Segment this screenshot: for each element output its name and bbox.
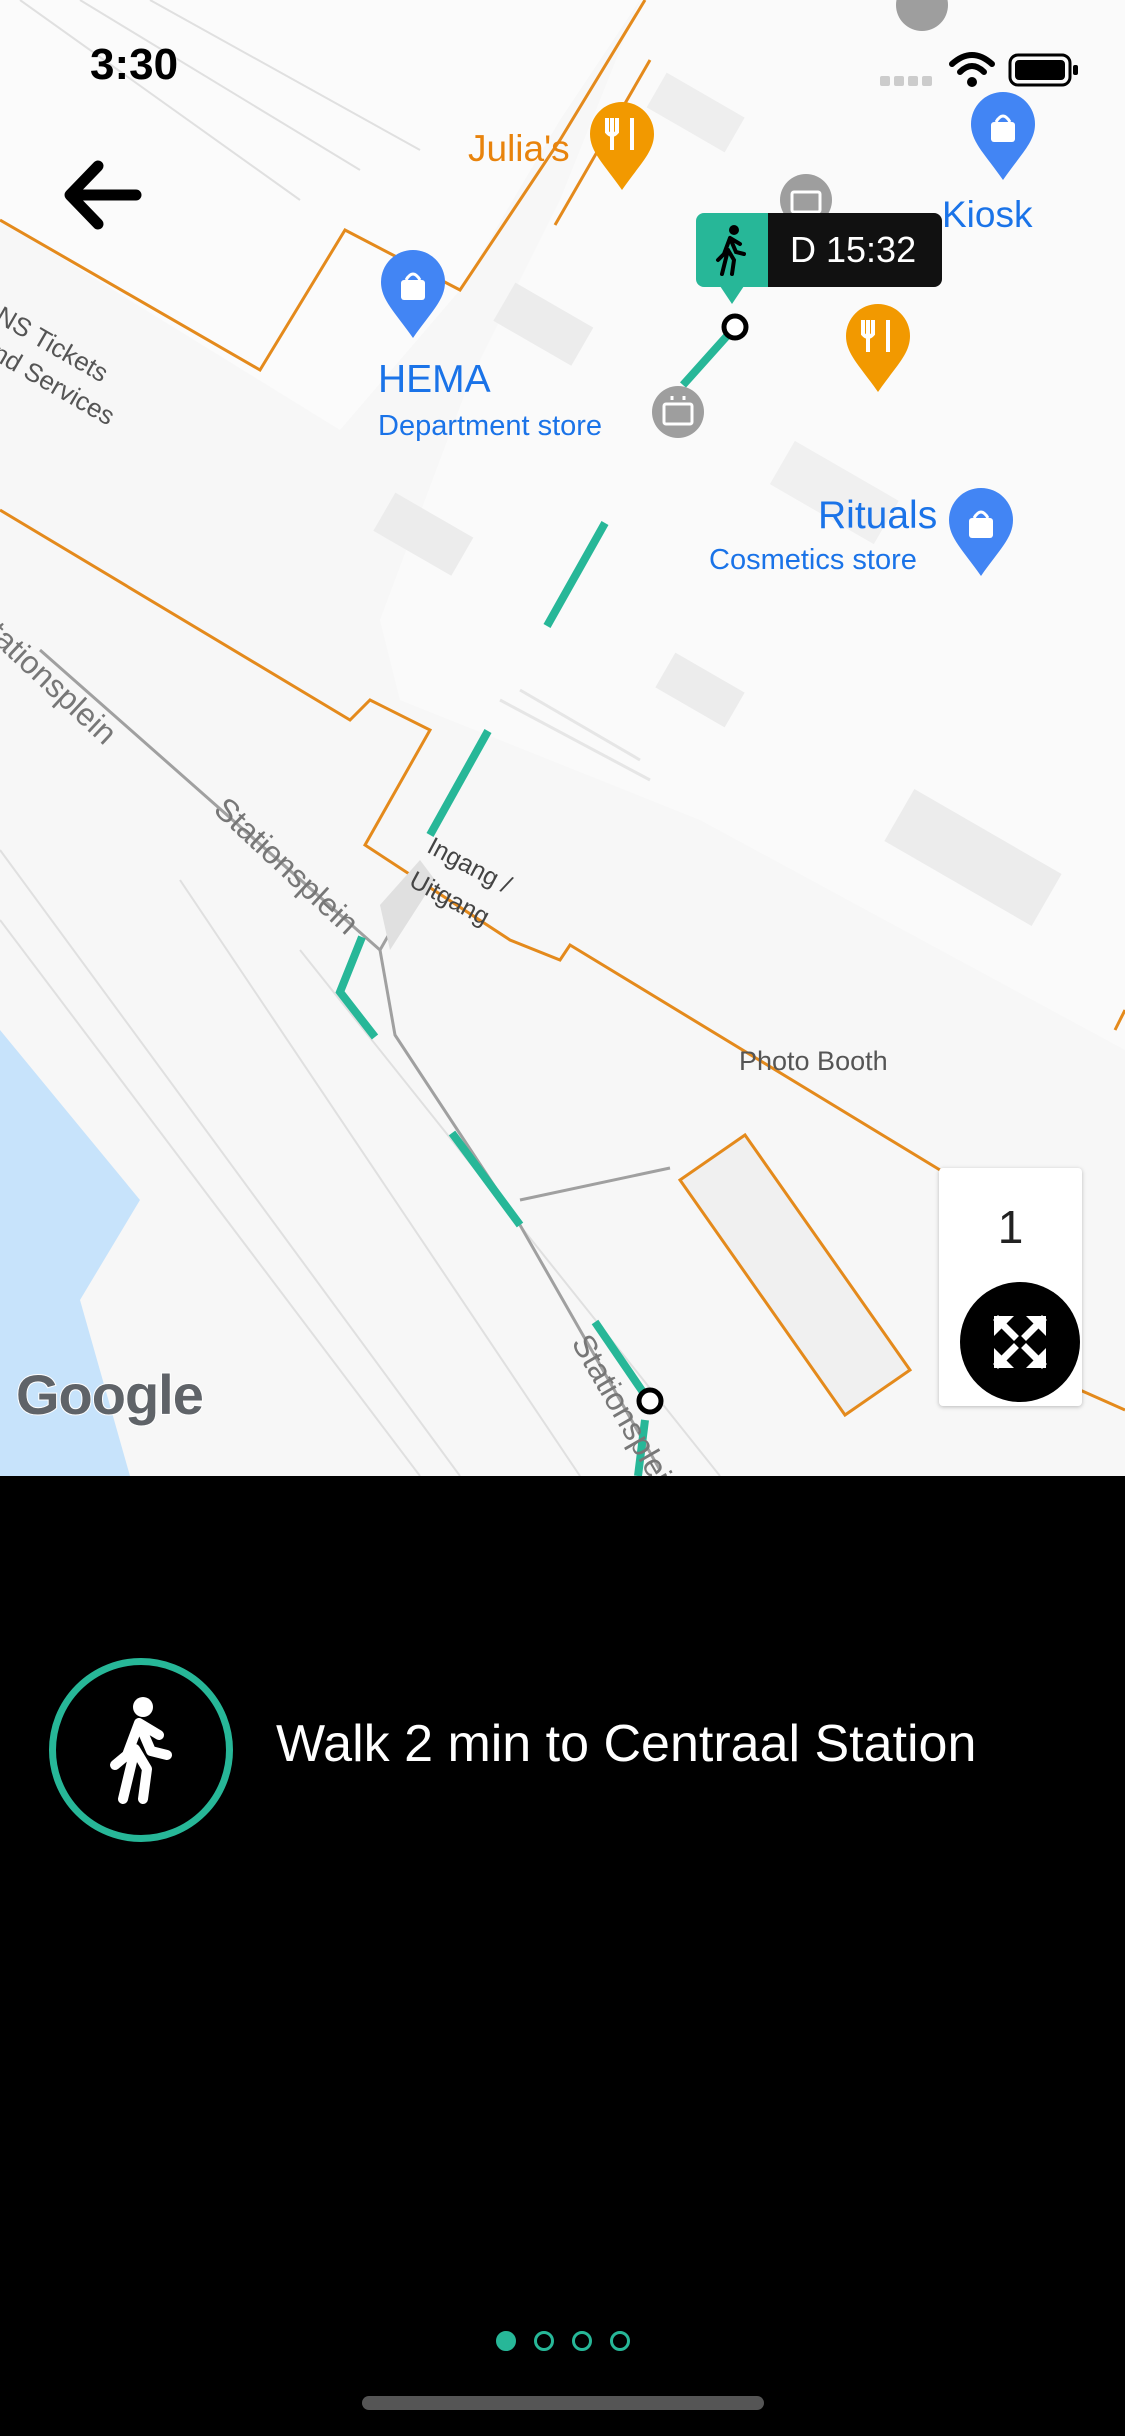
expand-button[interactable] [960,1282,1080,1402]
back-button[interactable] [62,158,162,248]
badge-pointer [720,286,744,304]
walking-person-icon [110,1697,172,1804]
arrow-left-icon [64,160,142,230]
battery-icon [1008,53,1078,87]
page-dot[interactable] [495,2331,516,2351]
expand-arrows-icon [993,1315,1047,1369]
home-indicator[interactable] [362,2396,764,2410]
signal-icon [880,76,932,86]
poi-subtitle-rituals: Cosmetics store [709,544,917,576]
poi-label-julias[interactable]: Julia's [468,128,570,170]
wifi-icon [949,52,995,87]
departure-badge: D 15:32 [696,213,943,287]
map-view[interactable]: Julia's Kiosk HEMA Department store Ritu… [0,0,1125,1476]
page-dot[interactable] [609,2331,630,2351]
page-indicator[interactable] [0,2331,1125,2351]
poi-label-kiosk[interactable]: Kiosk [942,194,1032,236]
poi-label-hema[interactable]: HEMA [378,358,491,402]
walk-step-icon-circle [49,1658,233,1842]
elevator-icon [652,386,704,438]
route-start-marker [721,313,749,341]
directions-panel [0,1476,1125,2436]
instruction-text: Walk 2 min to Centraal Station [276,1715,977,1773]
poi-label-rituals[interactable]: Rituals [818,494,937,538]
departure-time: D 15:32 [768,213,943,287]
page-dot[interactable] [533,2331,554,2351]
google-attribution: Google [15,1362,205,1427]
walking-person-icon [696,213,768,287]
page-dot[interactable] [571,2331,592,2351]
map-label-photo-booth: Photo Booth [739,1046,888,1076]
poi-subtitle-hema: Department store [378,410,603,442]
status-time: 3:30 [90,40,179,89]
floor-level[interactable]: 1 [939,1200,1082,1254]
